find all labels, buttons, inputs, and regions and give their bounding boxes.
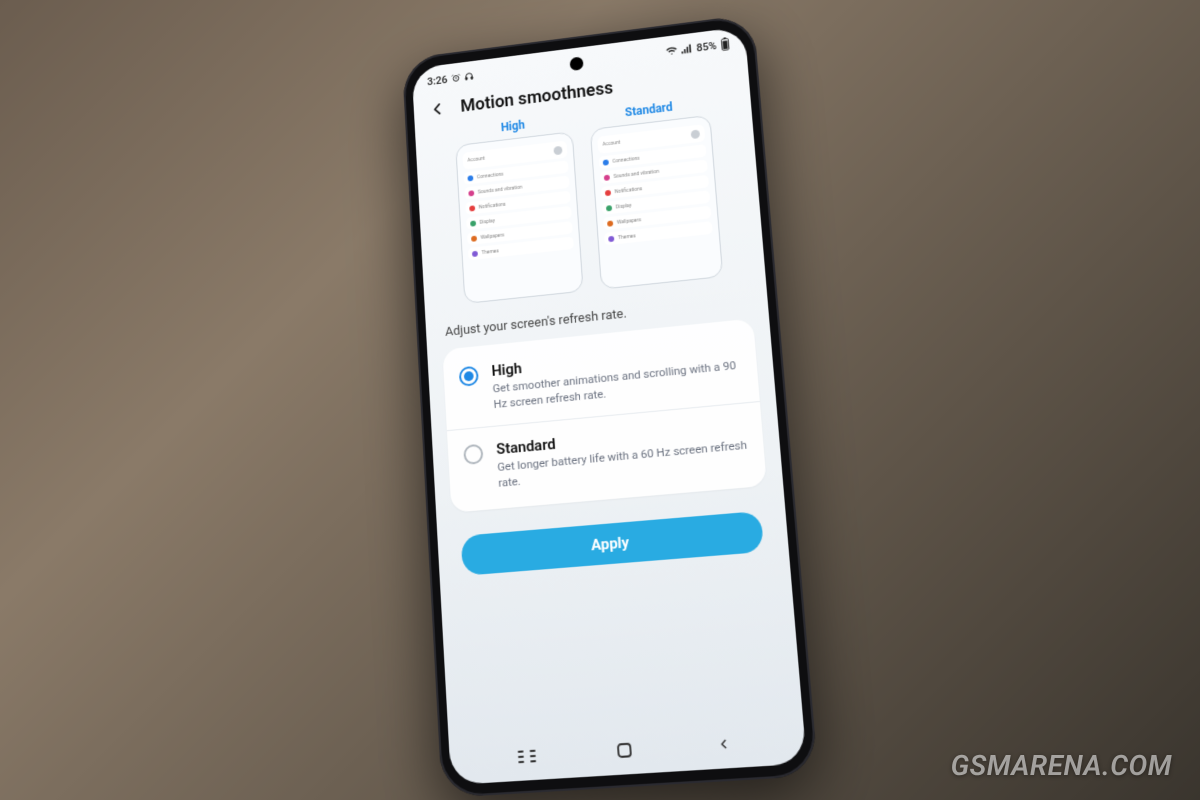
preview-high[interactable]: High Account Connections Sounds and vibr…: [454, 112, 583, 304]
options-card: High Get smoother animations and scrolli…: [442, 318, 767, 512]
wifi-icon: [666, 45, 678, 56]
phone-screen: 3:26 85%: [412, 26, 807, 785]
phone-frame: 3:26 85%: [402, 14, 819, 798]
nav-recents-button[interactable]: [513, 745, 542, 767]
nav-back-button[interactable]: [708, 733, 739, 756]
signal-icon: [681, 44, 692, 55]
battery-icon: [720, 37, 731, 51]
preview-box-high: Account Connections Sounds and vibration…: [455, 131, 583, 304]
radio-standard[interactable]: [463, 444, 483, 465]
option-text: High Get smoother animations and scrolli…: [491, 338, 742, 412]
option-text: Standard Get longer battery life with a …: [496, 418, 749, 491]
content: High Account Connections Sounds and vibr…: [415, 91, 803, 744]
status-right: 85%: [666, 37, 731, 58]
back-button[interactable]: [426, 98, 448, 121]
battery-percent: 85%: [696, 39, 717, 54]
preview-row: High Account Connections Sounds and vibr…: [430, 93, 749, 307]
preview-standard[interactable]: Standard Account Connections Sounds and …: [589, 96, 724, 290]
status-left: 3:26: [427, 70, 474, 88]
watermark-text: GSMARENA.COM: [951, 749, 1172, 782]
apply-label: Apply: [590, 533, 629, 554]
preview-box-standard: Account Connections Sounds and vibration…: [590, 115, 723, 290]
alarm-icon: [451, 73, 461, 83]
apply-button[interactable]: Apply: [461, 511, 764, 576]
nav-home-button[interactable]: [609, 739, 639, 762]
headphones-icon: [464, 71, 474, 81]
radio-high[interactable]: [459, 366, 479, 387]
status-time: 3:26: [427, 73, 448, 87]
